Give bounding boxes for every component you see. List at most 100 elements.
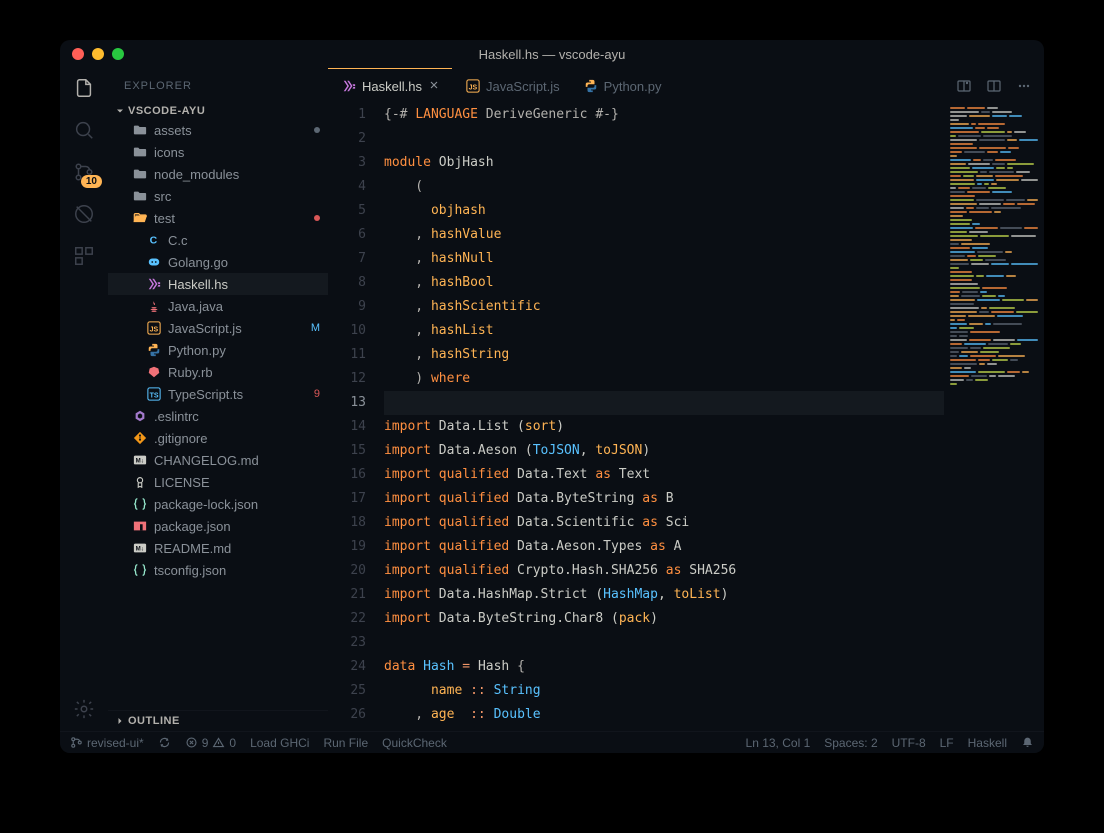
search-icon[interactable] xyxy=(72,118,96,142)
code-line[interactable]: , hashValue xyxy=(384,223,944,247)
tab-javascript-js[interactable]: JSJavaScript.js xyxy=(452,68,570,103)
code-line[interactable]: import Data.HashMap.Strict (HashMap, toL… xyxy=(384,583,944,607)
settings-gear-icon[interactable] xyxy=(72,697,96,721)
code-line[interactable]: , hashNull xyxy=(384,247,944,271)
js-icon: JS xyxy=(146,320,162,336)
code-line[interactable] xyxy=(384,391,944,415)
code-line[interactable]: import qualified Data.Aeson.Types as A xyxy=(384,535,944,559)
folder-icon xyxy=(132,122,148,138)
close-window-button[interactable] xyxy=(72,48,84,60)
tree-item-golang-go[interactable]: Golang.go xyxy=(108,251,328,273)
tree-item-label: Ruby.rb xyxy=(168,365,320,380)
status-action-quickcheck[interactable]: QuickCheck xyxy=(382,736,447,750)
status-encoding[interactable]: UTF-8 xyxy=(892,736,926,750)
tree-item-readme-md[interactable]: M↓ README.md xyxy=(108,537,328,559)
tree-item-node-modules[interactable]: node_modules xyxy=(108,163,328,185)
debug-icon[interactable] xyxy=(72,202,96,226)
extensions-icon[interactable] xyxy=(72,244,96,268)
status-bell-icon[interactable] xyxy=(1021,736,1034,749)
minimap[interactable] xyxy=(944,103,1044,731)
line-number: 5 xyxy=(328,199,366,223)
split-editor-icon[interactable] xyxy=(986,78,1002,94)
editor-tabs: Haskell.hsJSJavaScript.jsPython.py xyxy=(328,68,1044,103)
tree-item-python-py[interactable]: Python.py xyxy=(108,339,328,361)
status-eol[interactable]: LF xyxy=(940,736,954,750)
tree-item-changelog-md[interactable]: M↓CHANGELOG.md xyxy=(108,449,328,471)
code-line[interactable]: , hashBool xyxy=(384,271,944,295)
status-problems[interactable]: 9 0 xyxy=(185,736,236,750)
code-line[interactable]: , age :: Double xyxy=(384,703,944,727)
sync-icon xyxy=(158,736,171,749)
tree-item-ruby-rb[interactable]: Ruby.rb xyxy=(108,361,328,383)
code-line[interactable]: objhash xyxy=(384,199,944,223)
tree-item-icons[interactable]: icons xyxy=(108,141,328,163)
code-line[interactable]: module ObjHash xyxy=(384,151,944,175)
tree-item-package-json[interactable]: package.json xyxy=(108,515,328,537)
code-line[interactable]: import Data.Aeson (ToJSON, toJSON) xyxy=(384,439,944,463)
tree-item-tsconfig-json[interactable]: tsconfig.json xyxy=(108,559,328,581)
code-line[interactable]: data Hash = Hash { xyxy=(384,655,944,679)
status-cursor-position[interactable]: Ln 13, Col 1 xyxy=(746,736,811,750)
code-line[interactable]: import Data.List (sort) xyxy=(384,415,944,439)
tree-item--gitignore[interactable]: .gitignore xyxy=(108,427,328,449)
status-sync[interactable] xyxy=(158,736,171,749)
minimize-window-button[interactable] xyxy=(92,48,104,60)
tab-haskell-hs[interactable]: Haskell.hs xyxy=(328,68,452,103)
outline-title: OUTLINE xyxy=(128,715,180,727)
status-action-run-file[interactable]: Run File xyxy=(323,736,368,750)
code-line[interactable]: import qualified Crypto.Hash.SHA256 as S… xyxy=(384,559,944,583)
code-editor[interactable]: 1234567891011121314151617181920212223242… xyxy=(328,103,944,731)
status-indent[interactable]: Spaces: 2 xyxy=(824,736,877,750)
code-content[interactable]: {-# LANGUAGE DeriveGeneric #-} module Ob… xyxy=(384,103,944,731)
tree-item-java-java[interactable]: Java.java xyxy=(108,295,328,317)
tab-python-py[interactable]: Python.py xyxy=(570,68,672,103)
tree-item-c-c[interactable]: CC.c xyxy=(108,229,328,251)
tree-item--eslintrc[interactable]: .eslintrc xyxy=(108,405,328,427)
code-line[interactable]: {-# LANGUAGE DeriveGeneric #-} xyxy=(384,103,944,127)
status-action-load-ghci[interactable]: Load GHCi xyxy=(250,736,309,750)
tree-item-javascript-js[interactable]: JSJavaScript.jsM xyxy=(108,317,328,339)
code-line[interactable]: , hashList xyxy=(384,319,944,343)
code-line[interactable]: , hashString xyxy=(384,343,944,367)
code-line[interactable]: import Data.ByteString.Char8 (pack) xyxy=(384,607,944,631)
code-line[interactable]: name :: String xyxy=(384,679,944,703)
code-line[interactable]: ) where xyxy=(384,367,944,391)
status-git-branch[interactable]: revised-ui* xyxy=(70,736,144,750)
toggle-panel-icon[interactable] xyxy=(956,78,972,94)
more-actions-icon[interactable] xyxy=(1016,78,1032,94)
code-line[interactable] xyxy=(384,631,944,655)
tree-item-test[interactable]: test xyxy=(108,207,328,229)
svg-text:M↓: M↓ xyxy=(136,546,144,553)
c-icon: C xyxy=(146,232,162,248)
tree-item-typescript-ts[interactable]: TSTypeScript.ts9 xyxy=(108,383,328,405)
tree-decoration: M xyxy=(311,322,320,334)
code-line[interactable]: ( xyxy=(384,175,944,199)
tree-item-label: package.json xyxy=(154,519,320,534)
tree-item-license[interactable]: LICENSE xyxy=(108,471,328,493)
branch-icon xyxy=(70,736,83,749)
line-number: 9 xyxy=(328,295,366,319)
maximize-window-button[interactable] xyxy=(112,48,124,60)
code-line[interactable]: import qualified Data.Scientific as Sci xyxy=(384,511,944,535)
source-control-icon[interactable]: 10 xyxy=(72,160,96,184)
code-line[interactable]: import qualified Data.ByteString as B xyxy=(384,487,944,511)
error-count: 9 xyxy=(202,736,209,750)
tree-item-label: README.md xyxy=(154,541,320,556)
status-language[interactable]: Haskell xyxy=(968,736,1007,750)
tree-item-haskell-hs[interactable]: Haskell.hs xyxy=(108,273,328,295)
code-line[interactable]: import qualified Data.Text as Text xyxy=(384,463,944,487)
tree-item-src[interactable]: src xyxy=(108,185,328,207)
sidebar-section-outline[interactable]: OUTLINE xyxy=(108,710,328,731)
file-tree: assetsiconsnode_modulessrctestCC.cGolang… xyxy=(108,119,328,710)
tree-item-assets[interactable]: assets xyxy=(108,119,328,141)
tree-item-package-lock-json[interactable]: package-lock.json xyxy=(108,493,328,515)
line-number: 19 xyxy=(328,535,366,559)
explorer-icon[interactable] xyxy=(72,76,96,100)
line-number: 2 xyxy=(328,127,366,151)
sidebar-section-workspace[interactable]: VSCODE-AYU xyxy=(108,103,328,119)
workspace-name: VSCODE-AYU xyxy=(128,105,205,117)
close-tab-icon[interactable] xyxy=(428,79,442,94)
code-line[interactable]: , hashScientific xyxy=(384,295,944,319)
line-number: 6 xyxy=(328,223,366,247)
code-line[interactable] xyxy=(384,127,944,151)
